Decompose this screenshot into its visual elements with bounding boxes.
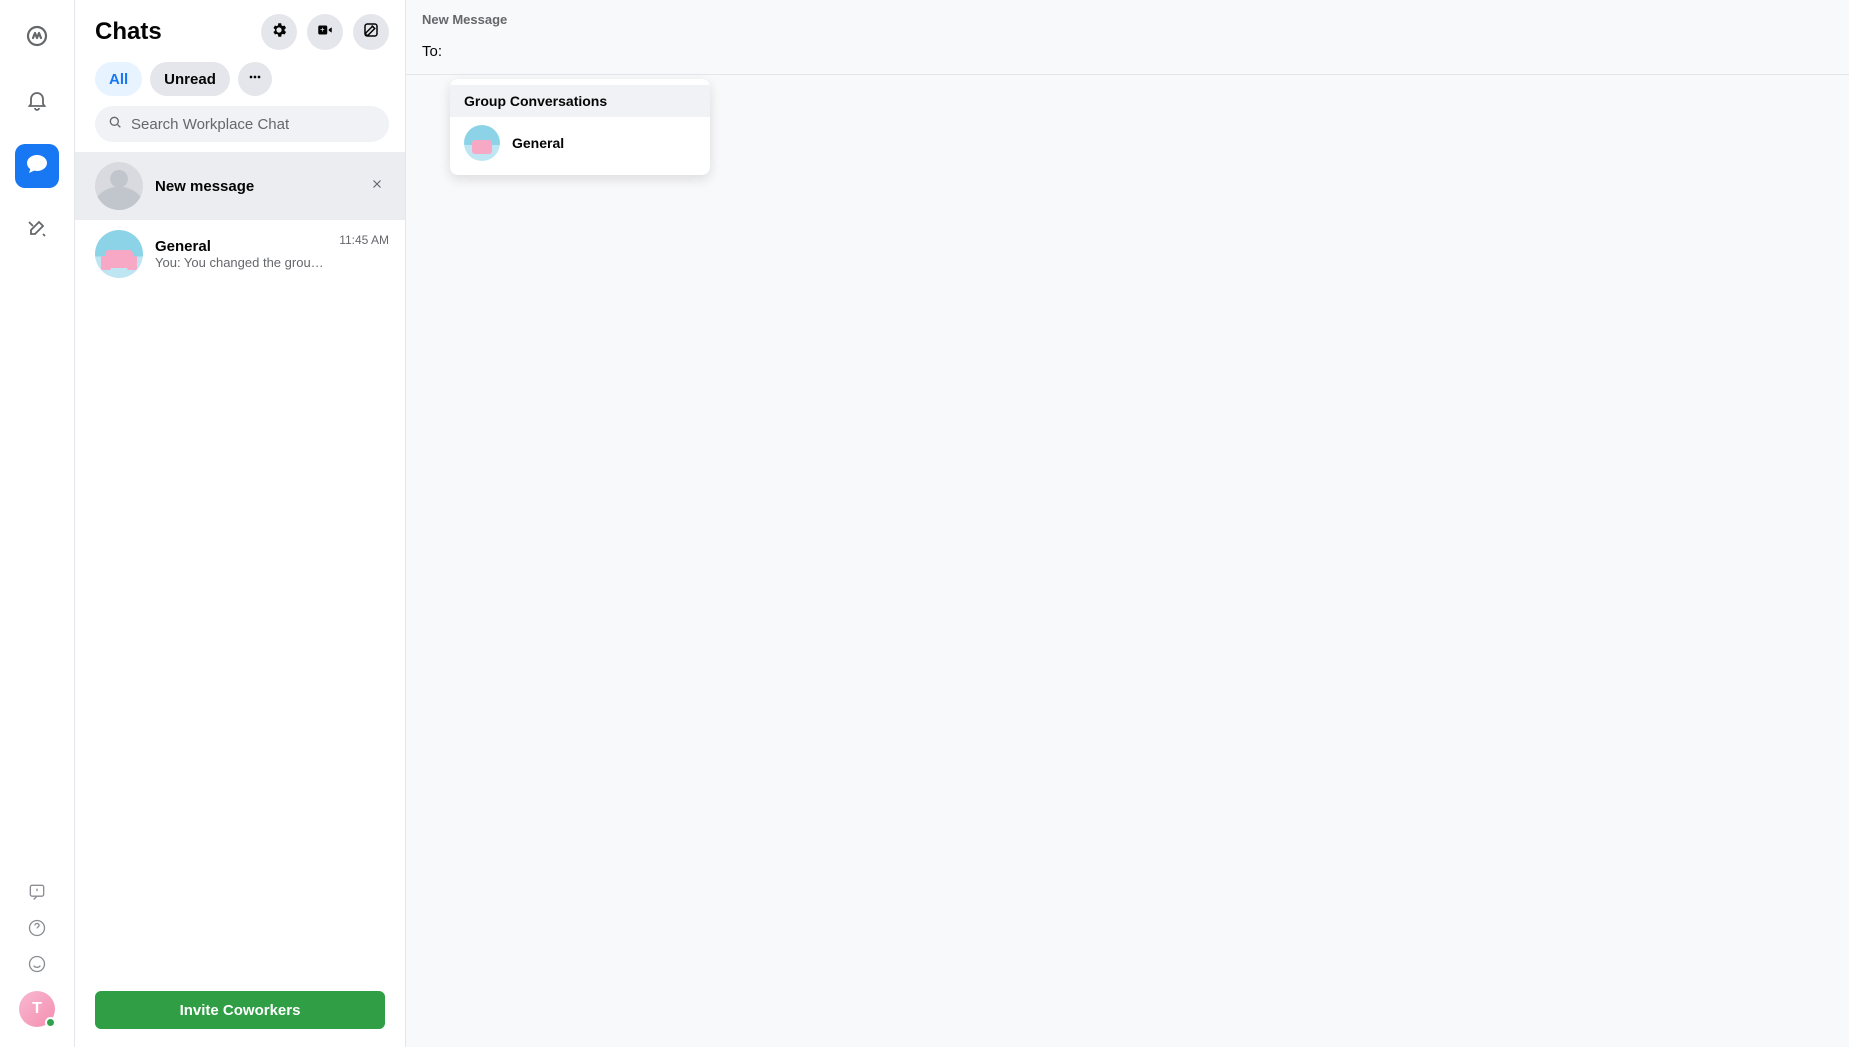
to-label: To: xyxy=(422,43,442,60)
filter-unread-chip[interactable]: Unread xyxy=(150,62,230,96)
admin-tools-button[interactable] xyxy=(15,208,59,252)
chats-sidebar: Chats All Unread xyxy=(75,0,406,1047)
rail-bottom-group: T xyxy=(19,883,55,1047)
rail-top-group xyxy=(15,16,59,252)
filter-row: All Unread xyxy=(75,58,405,106)
chat-preview: You: You changed the group photo. xyxy=(155,255,327,270)
search-field[interactable] xyxy=(95,106,389,142)
compose-body xyxy=(406,75,1849,1047)
new-message-row[interactable]: New message xyxy=(75,152,405,220)
workplace-logo-button[interactable] xyxy=(15,16,59,60)
dismiss-new-message-button[interactable] xyxy=(365,174,389,198)
chat-row-text: General You: You changed the group photo… xyxy=(155,238,327,270)
header-actions xyxy=(261,14,389,50)
help-button[interactable] xyxy=(26,919,48,941)
chat-timestamp: 11:45 AM xyxy=(339,233,389,247)
tools-icon xyxy=(25,216,49,245)
avatar-initial: T xyxy=(32,1000,42,1018)
placeholder-avatar xyxy=(95,162,143,210)
chats-nav-button[interactable] xyxy=(15,144,59,188)
compose-button[interactable] xyxy=(353,14,389,50)
invite-button-label: Invite Coworkers xyxy=(180,1002,301,1019)
feedback-button[interactable] xyxy=(26,883,48,905)
settings-button[interactable] xyxy=(261,14,297,50)
profile-avatar[interactable]: T xyxy=(19,991,55,1027)
filter-unread-label: Unread xyxy=(164,71,216,88)
chat-list: New message General You: You changed the… xyxy=(75,152,405,977)
help-icon xyxy=(27,918,47,943)
presence-dot xyxy=(45,1017,56,1028)
sidebar-footer: Invite Coworkers xyxy=(75,977,405,1047)
search-wrap xyxy=(75,106,405,152)
chat-bubble-icon xyxy=(25,152,49,181)
sidebar-header: Chats xyxy=(75,0,405,58)
nav-rail: T xyxy=(0,0,75,1047)
search-input[interactable] xyxy=(131,116,377,133)
notifications-button[interactable] xyxy=(15,80,59,124)
workplace-logo-icon xyxy=(25,24,49,53)
bell-icon xyxy=(25,88,49,117)
search-icon xyxy=(107,114,123,135)
feedback-icon xyxy=(27,882,47,907)
filter-all-chip[interactable]: All xyxy=(95,62,142,96)
chat-row-general[interactable]: General You: You changed the group photo… xyxy=(75,220,405,288)
close-icon xyxy=(370,177,384,196)
filter-more-chip[interactable] xyxy=(238,62,272,96)
new-message-label: New message xyxy=(155,178,353,195)
new-video-call-button[interactable] xyxy=(307,14,343,50)
group-avatar xyxy=(95,230,143,278)
gear-icon xyxy=(270,21,288,44)
filter-all-label: All xyxy=(109,71,128,88)
chat-row-text: New message xyxy=(155,178,353,195)
chat-name: General xyxy=(155,238,327,255)
compose-icon xyxy=(362,21,380,44)
recipient-input[interactable] xyxy=(452,43,1833,60)
video-plus-icon xyxy=(316,21,334,44)
emoji-status-button[interactable] xyxy=(26,955,48,977)
compose-panel: New Message To: Group Conversations Gene… xyxy=(406,0,1849,1047)
compose-to-row: To: Group Conversations General xyxy=(406,35,1849,75)
more-horizontal-icon xyxy=(247,69,263,89)
smile-icon xyxy=(27,954,47,979)
page-title: Chats xyxy=(95,18,162,46)
invite-coworkers-button[interactable]: Invite Coworkers xyxy=(95,991,385,1029)
compose-header: New Message xyxy=(406,0,1849,35)
